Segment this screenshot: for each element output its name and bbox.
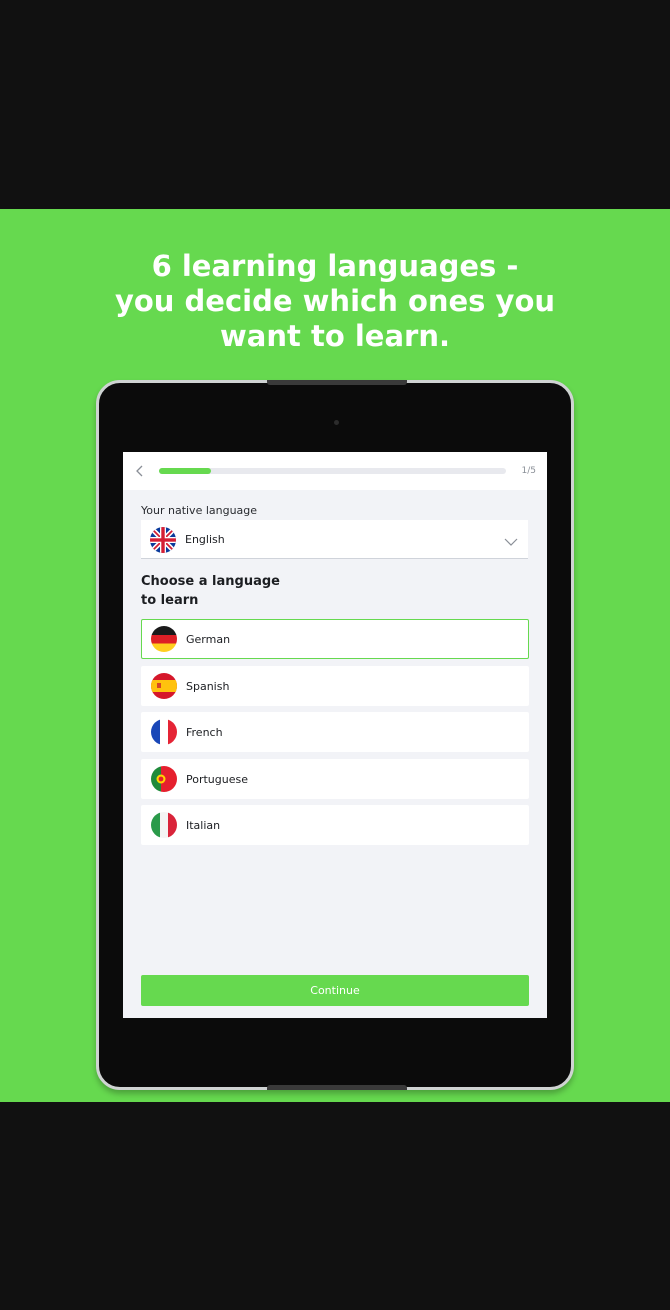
progress-bar	[159, 468, 506, 474]
step-counter: 1/5	[521, 466, 536, 476]
headline: 6 learning languages - you decide which …	[114, 249, 556, 353]
portugal-flag-icon	[151, 765, 177, 792]
continue-button[interactable]: Continue	[141, 975, 529, 1006]
uk-flag-icon	[150, 527, 176, 553]
language-option-italian[interactable]: Italian	[141, 805, 529, 845]
france-flag-icon	[151, 719, 177, 745]
promo-panel: 6 learning languages - you decide which …	[0, 209, 670, 1102]
top-bar: 1/5	[123, 452, 547, 490]
language-option-french[interactable]: French	[141, 712, 529, 752]
spain-flag-icon	[151, 672, 177, 699]
language-label: German	[186, 633, 231, 646]
language-label: Portuguese	[186, 772, 248, 786]
language-label: Italian	[186, 819, 221, 832]
back-arrow-icon[interactable]	[133, 463, 147, 479]
app-screen: 1/5 Your native language English Choose …	[123, 452, 547, 1018]
tablet-bottom-edge	[267, 1085, 407, 1090]
italy-flag-icon	[151, 812, 177, 838]
native-language-select[interactable]: English	[141, 520, 528, 559]
progress-fill	[159, 468, 212, 474]
native-language-label: Your native language	[141, 504, 258, 517]
language-option-german[interactable]: German	[141, 619, 529, 659]
chevron-down-icon	[504, 533, 518, 546]
germany-flag-icon	[151, 626, 177, 652]
language-label: French	[186, 726, 223, 739]
tablet-top-edge	[267, 380, 407, 385]
language-label: Spanish	[186, 679, 230, 693]
app-store-screenshot: 6 learning languages - you decide which …	[0, 0, 670, 1310]
language-option-portuguese[interactable]: Portuguese	[141, 758, 529, 799]
tablet-frame: 1/5 Your native language English Choose …	[96, 380, 574, 1090]
camera-icon	[334, 420, 339, 425]
language-list: German Spanish French Portuguese Italian	[141, 619, 529, 852]
choose-language-title: Choose a language to learn	[141, 574, 280, 608]
native-language-value: English	[185, 533, 225, 546]
language-option-spanish[interactable]: Spanish	[141, 665, 529, 706]
